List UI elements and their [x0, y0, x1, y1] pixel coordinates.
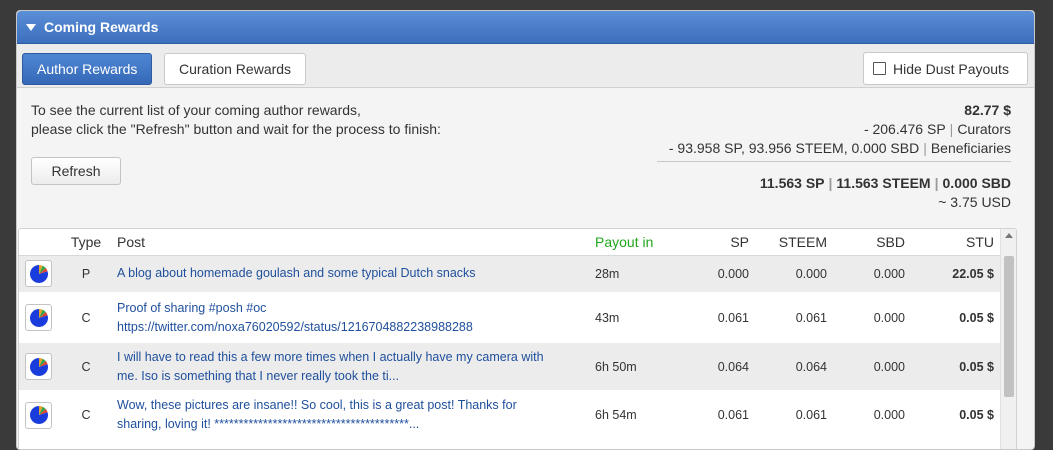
- row-steem: 0.000: [755, 255, 833, 292]
- row-sp: 0.064: [689, 343, 755, 390]
- row-type: P: [61, 255, 111, 292]
- row-type: C: [61, 390, 111, 440]
- curators-amount: - 206.476 SP: [863, 121, 946, 137]
- post-link-line-2[interactable]: me. Iso is something that I never really…: [117, 367, 583, 386]
- table-header-row: Type Post Payout in SP STEEM SBD STU: [19, 229, 1016, 256]
- row-steem: 0.064: [755, 343, 833, 390]
- row-stu: 0.05 $: [911, 390, 1000, 440]
- row-sbd: 0.000: [833, 255, 911, 292]
- header-icon: [19, 229, 61, 256]
- tab-author-rewards[interactable]: Author Rewards: [22, 53, 153, 85]
- row-sbd: 0.000: [833, 390, 911, 440]
- pie-chart-icon: [29, 308, 48, 327]
- header-stu[interactable]: STU: [911, 229, 1000, 256]
- table-row: C Proof of sharing #posh #oc https://twi…: [19, 292, 1016, 343]
- payout-pie-icon[interactable]: [25, 401, 52, 429]
- payout-pie-icon[interactable]: [25, 353, 52, 380]
- refresh-button[interactable]: Refresh: [31, 157, 121, 185]
- scroll-up-arrow-icon[interactable]: [1005, 233, 1013, 238]
- intro-text: To see the current list of your coming a…: [31, 101, 441, 139]
- row-steem: 0.061: [755, 390, 833, 440]
- curators-label: Curators: [957, 121, 1011, 137]
- pie-chart-icon: [29, 357, 48, 376]
- net-sp: 11.563 SP: [759, 175, 825, 191]
- header-steem[interactable]: STEEM: [755, 229, 833, 256]
- row-sbd: 0.000: [833, 343, 911, 390]
- beneficiaries-amount: - 93.958 SP, 93.956 STEEM, 0.000 SBD: [668, 140, 920, 156]
- header-type[interactable]: Type: [61, 229, 111, 256]
- summary-divider: [657, 161, 1011, 162]
- net-steem: 11.563 STEEM: [836, 175, 931, 191]
- panel-title: Coming Rewards: [44, 19, 159, 35]
- table-scrollbar[interactable]: [1000, 229, 1016, 449]
- hide-dust-toggle[interactable]: Hide Dust Payouts: [863, 52, 1028, 85]
- net-sbd: 0.000 SBD: [942, 175, 1011, 191]
- row-post[interactable]: Proof of sharing #posh #oc https://twitt…: [111, 292, 589, 343]
- row-post[interactable]: A blog about homemade goulash and some t…: [111, 255, 589, 292]
- row-sbd: 0.000: [833, 292, 911, 343]
- payout-pie-icon[interactable]: [25, 304, 52, 331]
- table-row: C I will have to read this a few more ti…: [19, 343, 1016, 390]
- summary-net: 11.563 SP | 11.563 STEEM | 0.000 SBD: [759, 175, 1011, 191]
- row-payout: 6h 54m: [589, 390, 689, 440]
- summary-total: 82.77 $: [964, 102, 1011, 118]
- row-sp: 0.000: [689, 255, 755, 292]
- row-post[interactable]: I will have to read this a few more time…: [111, 343, 589, 390]
- rewards-table-container[interactable]: Type Post Payout in SP STEEM SBD STU P A…: [18, 228, 1017, 449]
- row-post[interactable]: Wow, these pictures are insane!! So cool…: [111, 390, 589, 440]
- intro-line-1: To see the current list of your coming a…: [31, 102, 361, 118]
- header-post[interactable]: Post: [111, 229, 589, 256]
- row-payout: 6h 50m: [589, 343, 689, 390]
- summary-beneficiaries: - 93.958 SP, 93.956 STEEM, 0.000 SBD | Ben…: [668, 140, 1011, 156]
- rewards-summary: 82.77 $ - 206.476 SP | Curators - 93.958 S…: [657, 101, 1011, 212]
- post-link-line-2[interactable]: https://twitter.com/noxa76020592/status/…: [117, 318, 583, 337]
- summary-usd: ~ 3.75 USD: [938, 194, 1011, 210]
- header-payout[interactable]: Payout in: [589, 229, 689, 256]
- rewards-table: Type Post Payout in SP STEEM SBD STU P A…: [19, 229, 1016, 440]
- toolbar: Author Rewards Curation Rewards Hide Dus…: [17, 44, 1034, 88]
- pie-chart-icon: [29, 406, 48, 424]
- table-row: P A blog about homemade goulash and some…: [19, 255, 1016, 292]
- coming-rewards-panel: Coming Rewards Author Rewards Curation R…: [16, 10, 1035, 450]
- panel-header[interactable]: Coming Rewards: [17, 11, 1034, 44]
- row-type: C: [61, 292, 111, 343]
- table-row: C Wow, these pictures are insane!! So co…: [19, 390, 1016, 440]
- caret-down-icon[interactable]: [26, 23, 36, 31]
- payout-pie-icon[interactable]: [25, 260, 52, 288]
- pie-chart-icon: [29, 264, 48, 283]
- row-type: C: [61, 343, 111, 390]
- tab-curation-rewards[interactable]: Curation Rewards: [164, 53, 307, 85]
- hide-dust-checkbox[interactable]: [873, 62, 886, 75]
- summary-curators: - 206.476 SP | Curators: [863, 121, 1011, 137]
- row-stu: 22.05 $: [911, 255, 1000, 292]
- post-link-line-2[interactable]: sharing, loving it! ********************…: [117, 415, 583, 434]
- header-sp[interactable]: SP: [689, 229, 755, 256]
- hide-dust-label: Hide Dust Payouts: [893, 60, 1009, 77]
- beneficiaries-label: Beneficiaries: [930, 140, 1011, 156]
- row-payout: 43m: [589, 292, 689, 343]
- row-stu: 0.05 $: [911, 292, 1000, 343]
- scroll-thumb[interactable]: [1004, 256, 1014, 397]
- header-sbd[interactable]: SBD: [833, 229, 911, 256]
- row-stu: 0.05 $: [911, 343, 1000, 390]
- post-link-line-1[interactable]: Wow, these pictures are insane!! So cool…: [117, 396, 583, 415]
- intro-line-2: please click the "Refresh" button and wa…: [31, 121, 441, 137]
- post-link-line-1[interactable]: I will have to read this a few more time…: [117, 348, 583, 367]
- row-payout: 28m: [589, 255, 689, 292]
- row-sp: 0.061: [689, 292, 755, 343]
- post-link-line-1[interactable]: A blog about homemade goulash and some t…: [117, 264, 583, 283]
- row-sp: 0.061: [689, 390, 755, 440]
- row-steem: 0.061: [755, 292, 833, 343]
- post-link-line-1[interactable]: Proof of sharing #posh #oc: [117, 299, 583, 318]
